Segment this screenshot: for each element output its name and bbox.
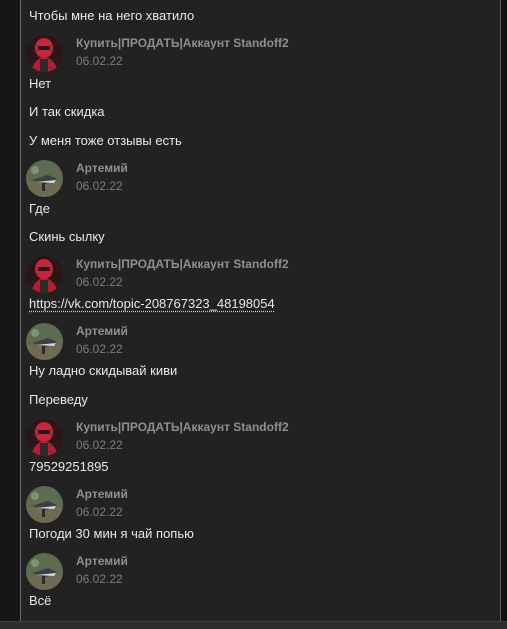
message-text: Чтобы мне на него хватило xyxy=(29,8,195,23)
message-date: 06.02.22 xyxy=(76,342,123,356)
author-name[interactable]: Артемий xyxy=(76,323,128,339)
message-text: Погоди 30 мин я чай попью xyxy=(29,526,194,541)
message-text: Переведу xyxy=(29,392,88,407)
message-header: Артемий 06.02.22 xyxy=(26,486,466,526)
message-link[interactable]: https://vk.com/topic-208767323_48198054 xyxy=(29,296,275,312)
message-text: Нет xyxy=(29,76,52,91)
scrollbar-track[interactable] xyxy=(501,0,507,629)
message-header: Купить|ПРОДАТЬ|Аккаунт Standoff2 06.02.2… xyxy=(26,256,466,296)
message-text: Ну ладно скидывай киви xyxy=(29,363,178,378)
message-date: 06.02.22 xyxy=(76,572,123,586)
bottom-bar xyxy=(0,621,507,629)
message-history[interactable]: Чтобы мне на него хватило Купить|ПРОДАТЬ… xyxy=(21,0,500,621)
message-date: 06.02.22 xyxy=(76,438,123,452)
shop-avatar-icon[interactable] xyxy=(26,256,63,293)
message-text: 79529251895 xyxy=(29,459,109,474)
user-avatar-icon[interactable] xyxy=(26,160,63,197)
message-header: Артемий 06.02.22 xyxy=(26,160,466,200)
shop-avatar-icon[interactable] xyxy=(26,419,63,456)
author-name[interactable]: Купить|ПРОДАТЬ|Аккаунт Standoff2 xyxy=(76,419,289,435)
message-date: 06.02.22 xyxy=(76,179,123,193)
message-text: У меня тоже отзывы есть xyxy=(29,133,182,148)
author-name[interactable]: Купить|ПРОДАТЬ|Аккаунт Standoff2 xyxy=(76,256,289,272)
author-name[interactable]: Артемий xyxy=(76,553,128,569)
left-rail xyxy=(0,0,21,629)
message-header: Купить|ПРОДАТЬ|Аккаунт Standoff2 06.02.2… xyxy=(26,35,466,75)
message-date: 06.02.22 xyxy=(76,54,123,68)
message-text: Скинь сылку xyxy=(29,229,105,244)
message-header: Купить|ПРОДАТЬ|Аккаунт Standoff2 06.02.2… xyxy=(26,419,466,459)
message-text: Где xyxy=(29,201,50,216)
shop-avatar-icon[interactable] xyxy=(26,35,63,72)
user-avatar-icon[interactable] xyxy=(26,323,63,360)
author-name[interactable]: Артемий xyxy=(76,486,128,502)
user-avatar-icon[interactable] xyxy=(26,553,63,590)
message-date: 06.02.22 xyxy=(76,505,123,519)
message-date: 06.02.22 xyxy=(76,275,123,289)
message-header: Артемий 06.02.22 xyxy=(26,553,466,593)
user-avatar-icon[interactable] xyxy=(26,486,63,523)
message-header: Артемий 06.02.22 xyxy=(26,323,466,363)
author-name[interactable]: Купить|ПРОДАТЬ|Аккаунт Standoff2 xyxy=(76,35,289,51)
message-text: И так скидка xyxy=(29,104,105,119)
message-text: Всё xyxy=(29,593,52,608)
author-name[interactable]: Артемий xyxy=(76,160,128,176)
